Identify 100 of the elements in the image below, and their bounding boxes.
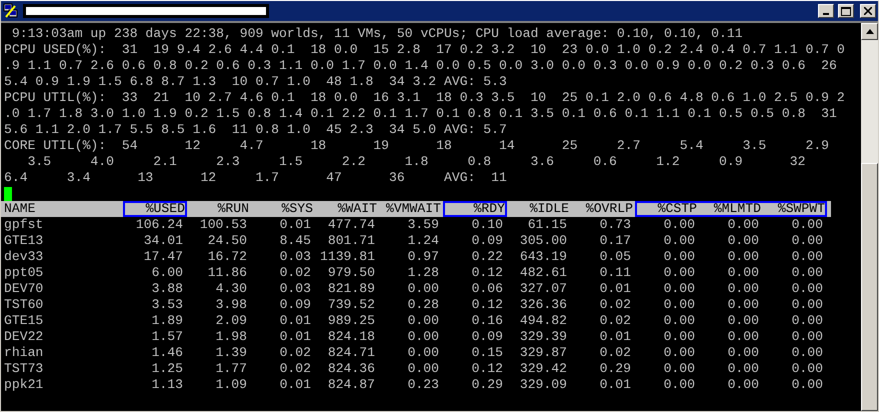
table-cell-text: 0.00 [726,249,760,265]
table-cell-text: 0.01 [598,329,632,345]
table-cell-text: 100.53 [198,217,248,233]
table-cell-text: 8.45 [278,233,312,249]
table-cell-text: 0.00 [790,313,824,329]
table-cell-text: 979.50 [326,265,376,281]
table-cell-text: 1.28 [406,265,440,281]
table-cell-text: 305.00 [518,233,568,249]
table-cell-text: ppk21 [4,377,44,393]
table-cell-text: 0.00 [790,329,824,345]
table-cell-text: ppt05 [4,265,44,281]
table-cell-text: rhian [4,345,44,361]
table-cell-text: 0.09 [470,233,504,249]
table-cell-text: DEV70 [4,281,44,297]
table-cell-text: 1.46 [150,345,184,361]
table-cell-text: 34.01 [142,233,184,249]
maximize-button[interactable] [838,4,854,18]
table-cell-text: 1.98 [214,329,248,345]
table-cell-text: gpfst [4,217,44,233]
table-cell-text: 106.24 [134,217,184,233]
scrollbar-thumb[interactable] [861,163,878,411]
table-cell-text: 0.29 [598,361,632,377]
table-cell-text: 4.30 [214,281,248,297]
terminal-line: .9 1.1 0.7 2.6 0.6 0.8 0.2 0.6 0.3 1.1 0.0 1.7 0.0 1.4 0.0 0.5 0.0 3.0 0.0 0.3 0.0 0.9 0.0 0.2 0.3 0.6 26 [4,58,838,74]
table-cell-text: 0.00 [726,345,760,361]
maximize-icon [841,6,851,16]
table-cell-text: 1.25 [150,361,184,377]
table-cell-text: 0.29 [470,377,504,393]
table-cell-text: 824.87 [326,377,376,393]
terminal-line: .0 1.7 1.8 3.0 1.0 1.9 0.2 1.5 0.8 1.4 0.1 2.2 0.1 1.7 0.1 0.8 0.1 3.5 0.1 0.6 0.1 1.1 0.1 0.5 0.5 0.8 31 [4,106,838,122]
table-cell-text: 0.00 [790,249,824,265]
table-cell-text: 0.03 [278,249,312,265]
table-cell-text: 0.01 [278,329,312,345]
table-cell-text: 0.00 [790,233,824,249]
scroll-up-button[interactable] [861,23,878,40]
table-cell-text: 1.13 [150,377,184,393]
table-cell-text: 1.57 [150,329,184,345]
table-cell-text: 0.00 [662,297,696,313]
table-cell-text: 3.98 [214,297,248,313]
table-cell-text: 0.00 [726,265,760,281]
table-cell-text: 0.00 [406,329,440,345]
column-header: %RDY [443,201,507,217]
table-cell-text: 801.71 [326,233,376,249]
table-cell-text: 0.00 [790,361,824,377]
terminal-line: 9:13:03am up 238 days 22:38, 909 worlds, 11 VMs, 50 vCPUs; CPU load average: 0.10, 0.10, 0.11 [10,26,744,42]
table-cell-text: 11.86 [206,265,248,281]
minimize-button[interactable] [818,4,834,18]
table-cell-text: 16.72 [206,249,248,265]
table-cell-text: 0.16 [470,313,504,329]
table-cell-text: 0.00 [662,217,696,233]
table-cell-text: 0.02 [598,313,632,329]
table-cell-text: 494.82 [518,313,568,329]
table-cell-text: 329.09 [518,377,568,393]
close-button[interactable] [860,4,876,18]
table-cell-text: 643.19 [518,249,568,265]
table-cell-text: 0.28 [406,297,440,313]
table-cell-text: 0.97 [406,249,440,265]
table-cell-text: 0.00 [406,313,440,329]
table-cell-text: 989.25 [326,313,376,329]
column-header: %MLMTD [699,201,763,217]
table-cell-text: 0.02 [598,297,632,313]
table-cell-text: 1.89 [150,313,184,329]
table-cell-text: 824.71 [326,345,376,361]
table-cell-text: 0.15 [470,345,504,361]
table-cell-text: 6.00 [150,265,184,281]
table-cell-text: 0.00 [726,361,760,377]
table-cell-text: dev33 [4,249,44,265]
terminal-line: 5.4 0.9 1.9 1.5 6.8 8.7 1.3 10 0.7 1.0 48 1.8 34 3.2 AVG: 5.3 [4,74,508,90]
table-cell-text: 0.00 [406,281,440,297]
table-cell-text: 824.18 [326,329,376,345]
column-header: %OVRLP [584,201,634,217]
table-cell-text: 0.00 [662,265,696,281]
table-cell-text: 24.50 [206,233,248,249]
scrollbar[interactable] [861,23,878,411]
table-cell-text: 3.88 [150,281,184,297]
table-cell-text: 329.87 [518,345,568,361]
column-header: %SYS [280,201,314,217]
table-cell-text: 0.00 [662,345,696,361]
table-cell-text: 0.01 [278,377,312,393]
table-cell-text: 824.36 [326,361,376,377]
table-cell-text: 1.09 [214,377,248,393]
table-cell-text: 0.00 [790,345,824,361]
table-cell-text: 0.00 [726,329,760,345]
table-cell-text: DEV22 [4,329,44,345]
table-cell-text: 739.52 [326,297,376,313]
table-cell-text: 0.09 [470,329,504,345]
table-cell-text: 0.01 [278,217,312,233]
column-header: %USED [123,201,187,217]
column-header: %CSTP [635,201,699,217]
table-cell-text: 1.77 [214,361,248,377]
terminal-line: PCPU USED(%): 31 19 9.4 2.6 4.4 0.1 18 0.0 15 2.8 17 0.2 3.2 10 23 0.0 1.0 0.2 2.4 0.4 0.7 1.1 0.7 0 [4,42,846,58]
table-cell-text: 329.39 [518,329,568,345]
table-cell-text: 326.36 [518,297,568,313]
table-cell-text: 477.74 [326,217,376,233]
table-cell-text: 0.02 [598,345,632,361]
table-cell-text: 0.12 [470,265,504,281]
table-cell-text: 0.01 [598,281,632,297]
table-cell-text: 0.00 [726,233,760,249]
table-cell-text: 0.00 [726,377,760,393]
column-header: %IDLE [528,201,570,217]
